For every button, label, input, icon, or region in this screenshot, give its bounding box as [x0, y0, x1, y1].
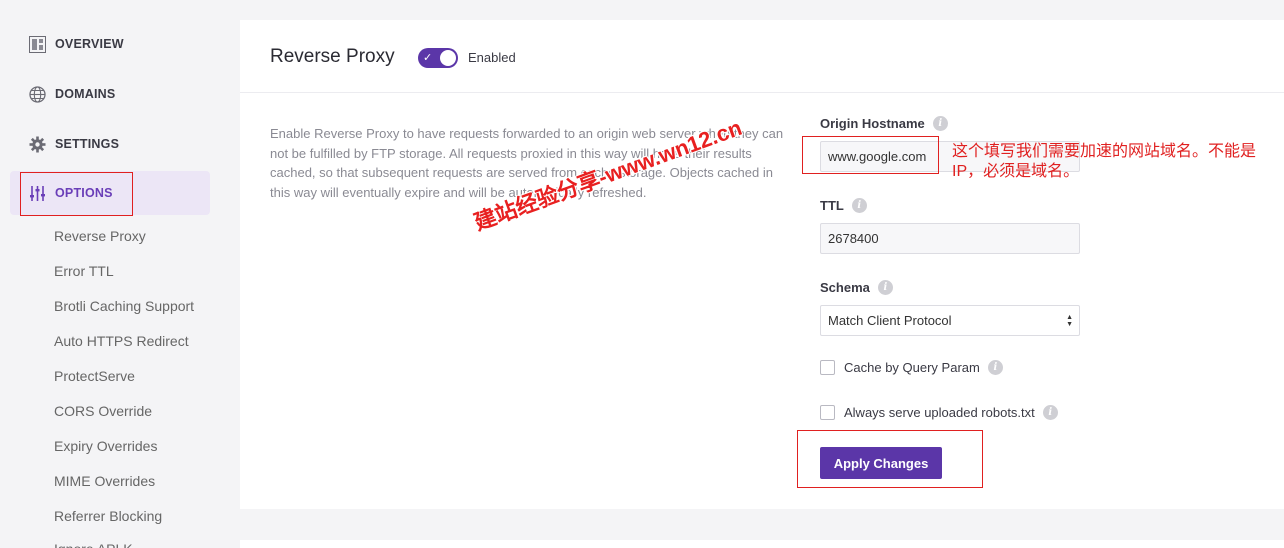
robots-row[interactable]: Always serve uploaded robots.txt i	[820, 405, 1058, 420]
sub-item-https-redirect[interactable]: Auto HTTPS Redirect	[54, 332, 189, 350]
nav-domains-label: DOMAINS	[55, 87, 116, 101]
sub-item-mime[interactable]: MIME Overrides	[54, 472, 155, 490]
nav-settings-label: SETTINGS	[55, 137, 120, 151]
panel-title: Reverse Proxy	[270, 46, 395, 67]
info-icon[interactable]: i	[1042, 405, 1058, 420]
enable-toggle[interactable]: ✓	[418, 48, 458, 68]
ttl-input[interactable]: 2678400	[820, 223, 1080, 254]
sub-item-cors[interactable]: CORS Override	[54, 402, 152, 420]
nav-domains[interactable]: DOMAINS	[10, 72, 210, 116]
sub-item-reverse-proxy[interactable]: Reverse Proxy	[54, 227, 146, 245]
robots-label: Always serve uploaded robots.txt	[844, 405, 1035, 420]
next-panel	[240, 540, 1284, 548]
apply-changes-button[interactable]: Apply Changes	[820, 447, 942, 479]
origin-hostname-label-text: Origin Hostname	[820, 116, 925, 131]
nav-overview-label: OVERVIEW	[55, 37, 124, 51]
origin-hostname-label: Origin Hostname i	[820, 116, 948, 131]
check-icon: ✓	[423, 52, 433, 64]
toggle-knob	[440, 50, 456, 66]
panel-header: Reverse Proxy ✓ Enabled	[240, 20, 1284, 93]
nav-settings[interactable]: SETTINGS	[10, 122, 210, 166]
sub-item-ignore[interactable]: Ignore APLK	[54, 540, 133, 548]
sub-item-referrer[interactable]: Referrer Blocking	[54, 507, 162, 525]
annotation-note: 这个填写我们需要加速的网站域名。不能是IP，必须是域名。	[952, 143, 1257, 180]
info-icon[interactable]: i	[987, 360, 1003, 375]
cache-by-query-row[interactable]: Cache by Query Param i	[820, 360, 1003, 375]
gear-icon	[28, 135, 46, 153]
cache-by-query-checkbox[interactable]	[820, 360, 835, 375]
robots-checkbox[interactable]	[820, 405, 835, 420]
ttl-label-text: TTL	[820, 198, 844, 213]
schema-label: Schema i	[820, 280, 893, 295]
info-icon[interactable]: i	[851, 198, 867, 213]
ttl-label: TTL i	[820, 198, 867, 213]
reverse-proxy-panel: Reverse Proxy ✓ Enabled Enable Reverse P…	[240, 20, 1284, 509]
sub-item-brotli[interactable]: Brotli Caching Support	[54, 297, 194, 315]
schema-label-text: Schema	[820, 280, 870, 295]
cache-by-query-label: Cache by Query Param	[844, 360, 980, 375]
sliders-icon	[28, 184, 46, 202]
overview-icon	[28, 35, 46, 53]
origin-hostname-value: www.google.com	[828, 149, 927, 164]
nav-options-label: OPTIONS	[55, 186, 113, 200]
sub-item-protectserve[interactable]: ProtectServe	[54, 367, 135, 385]
schema-value: Match Client Protocol	[828, 313, 952, 328]
toggle-label: Enabled	[468, 50, 516, 65]
nav-options[interactable]: OPTIONS	[10, 171, 210, 215]
schema-select[interactable]: Match Client Protocol ▲ ▼	[820, 305, 1080, 336]
sidebar: OVERVIEW DOMAINS SETTINGS OPTIONS Revers…	[0, 0, 220, 548]
select-arrows-icon: ▲ ▼	[1066, 314, 1073, 328]
info-icon[interactable]: i	[877, 280, 893, 295]
sub-item-error-ttl[interactable]: Error TTL	[54, 262, 114, 280]
globe-icon	[28, 85, 46, 103]
ttl-value: 2678400	[828, 231, 879, 246]
info-icon[interactable]: i	[932, 116, 948, 131]
sub-item-expiry[interactable]: Expiry Overrides	[54, 437, 157, 455]
nav-overview[interactable]: OVERVIEW	[10, 22, 210, 66]
